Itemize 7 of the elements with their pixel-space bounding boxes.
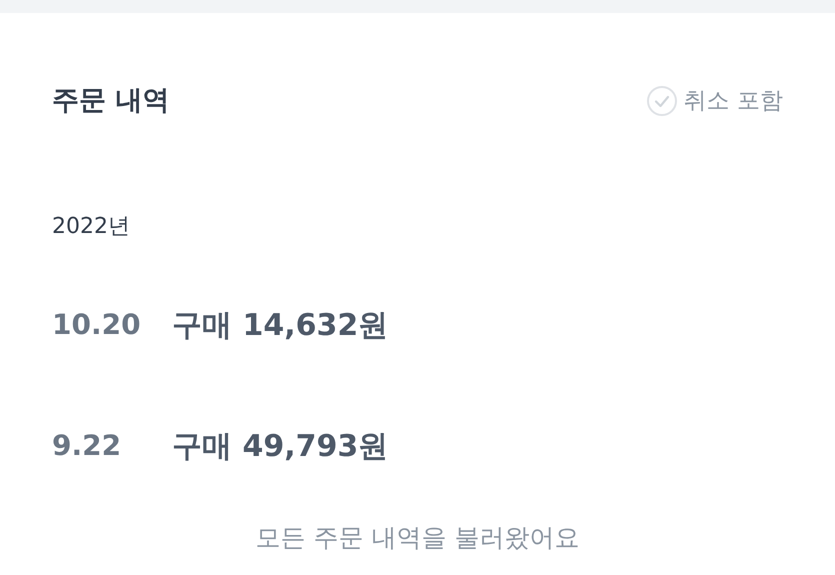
order-summary[interactable]: 구매 14,632원 <box>172 302 388 348</box>
page-title: 주문 내역 <box>52 84 170 118</box>
order-date: 10.20 <box>52 307 142 343</box>
order-summary[interactable]: 구매 49,793원 <box>172 424 388 468</box>
footer-message: 모든 주문 내역을 불러왔어요 <box>256 522 580 554</box>
year-label: 2022년 <box>52 214 130 238</box>
order-date: 9.22 <box>52 428 122 464</box>
